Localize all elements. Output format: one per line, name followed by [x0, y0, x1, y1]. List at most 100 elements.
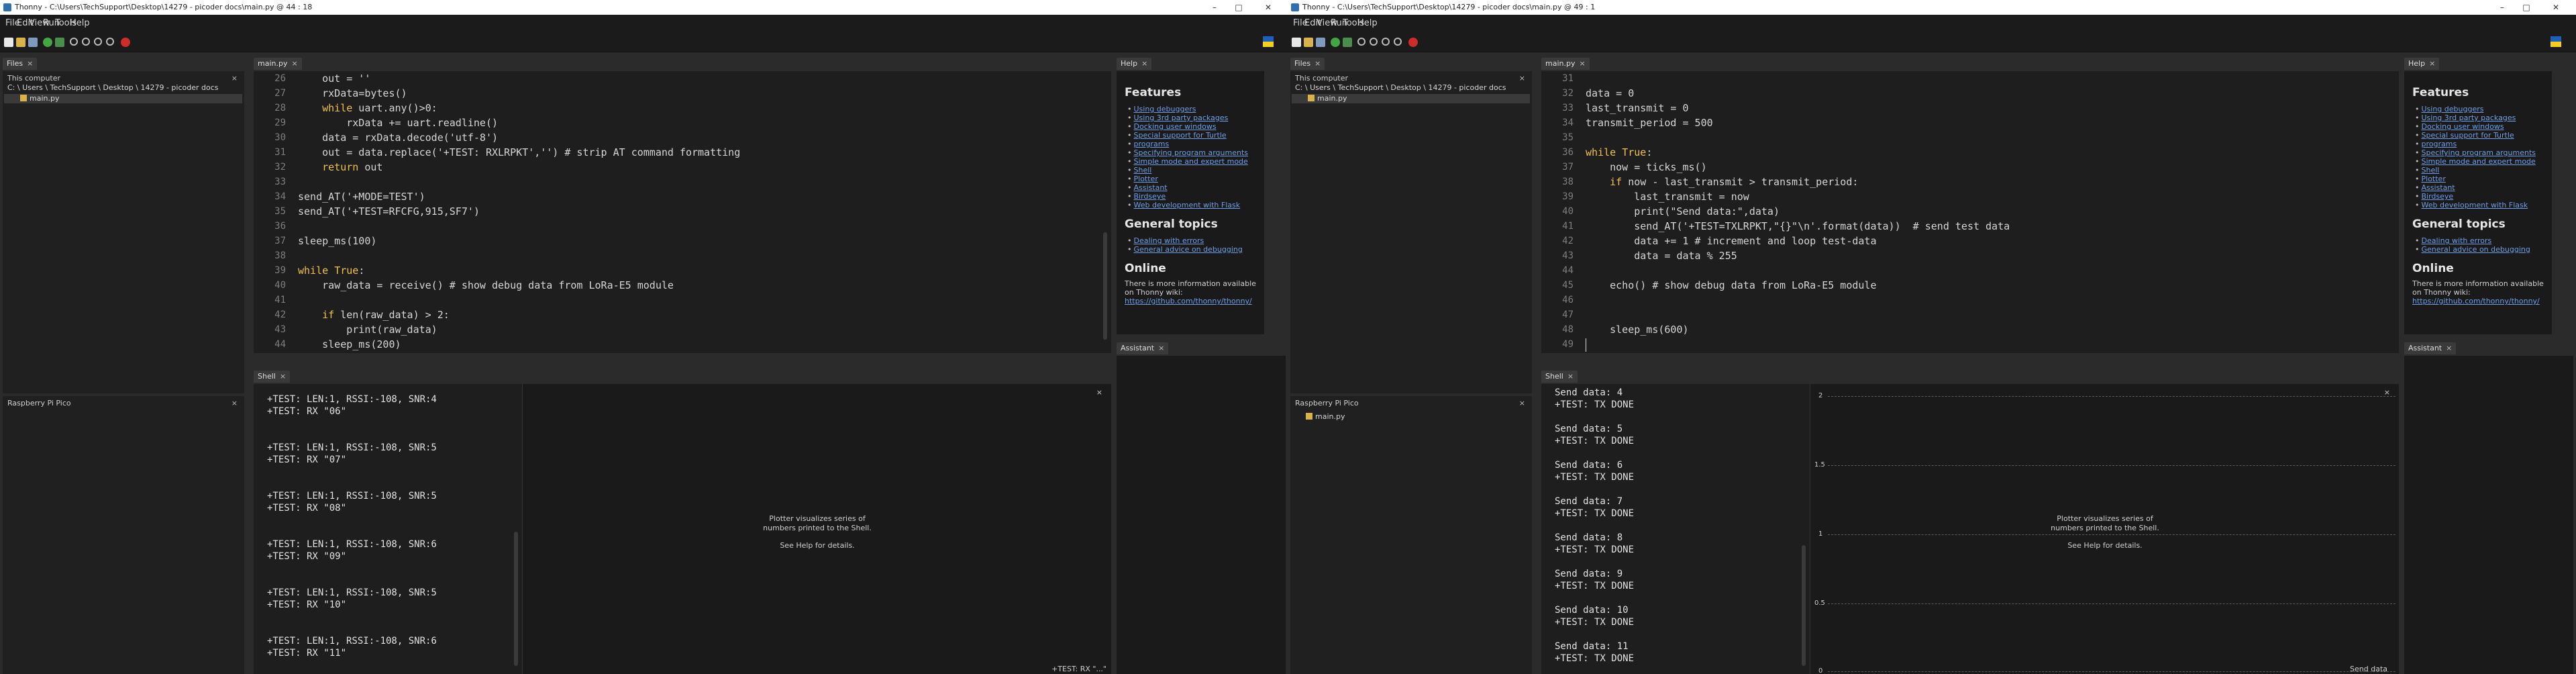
shell-scrollbar[interactable] — [514, 532, 518, 666]
help-link[interactable]: Birdseye — [2415, 192, 2454, 201]
help-link[interactable]: Plotter — [1127, 175, 1158, 183]
help-link[interactable]: Special support for Turtle — [1127, 131, 1227, 140]
close-tab-icon[interactable]: × — [1579, 59, 1585, 68]
save-file-icon[interactable] — [28, 38, 38, 47]
close-tab-icon[interactable]: × — [1567, 372, 1574, 381]
step-over-icon[interactable] — [1357, 38, 1366, 46]
help-link[interactable]: Using 3rd party packages — [1127, 113, 1229, 122]
step-out-icon[interactable] — [94, 38, 102, 46]
run-icon[interactable] — [43, 38, 52, 47]
debug-icon[interactable] — [55, 38, 64, 47]
help-link[interactable]: programs — [1127, 140, 1170, 148]
help-link[interactable]: Web development with Flask — [2415, 201, 2528, 209]
debug-icon[interactable] — [1343, 38, 1352, 47]
save-file-icon[interactable] — [1316, 38, 1325, 47]
help-link[interactable]: Dealing with errors — [2415, 236, 2492, 245]
step-into-icon[interactable] — [1370, 38, 1378, 46]
run-icon[interactable] — [1331, 38, 1340, 47]
minimize-icon[interactable]: – — [1202, 0, 1227, 15]
help-link[interactable]: Birdseye — [1127, 192, 1166, 201]
help-link[interactable]: Dealing with errors — [1127, 236, 1204, 245]
help-wiki-link[interactable]: https://github.com/thonny/thonny/ — [1125, 297, 1252, 305]
close-tab-icon[interactable]: × — [27, 59, 33, 68]
shell-line: +TEST: LEN:1, RSSI:-108, SNR:5 — [267, 587, 437, 598]
help-link[interactable]: Docking user windows — [1127, 122, 1217, 131]
open-file-icon[interactable] — [1304, 38, 1313, 47]
help-link[interactable]: Using 3rd party packages — [2415, 113, 2516, 122]
file-main-py[interactable]: main.py — [4, 94, 242, 103]
tab-main-py[interactable]: main.py × — [1541, 58, 1590, 70]
pane-close-icon[interactable]: × — [1519, 399, 1525, 408]
stop-icon[interactable] — [1408, 38, 1418, 47]
minimize-icon[interactable]: – — [2490, 0, 2514, 15]
shell-line: +TEST: TX DONE — [1555, 399, 1635, 410]
help-link[interactable]: Plotter — [2415, 175, 2446, 183]
tab-main-py[interactable]: main.py × — [254, 58, 302, 70]
close-tab-icon[interactable]: × — [1315, 59, 1321, 68]
pico-file-main-py[interactable]: main.py — [1295, 412, 1345, 422]
help-link[interactable]: Special support for Turtle — [2415, 131, 2514, 140]
shell-output[interactable]: Send data: 4 +TEST: TX DONE Send data: 5 +T… — [1541, 384, 1810, 674]
help-link[interactable]: Simple mode and expert mode — [2415, 157, 2536, 166]
stop-icon[interactable] — [121, 38, 130, 47]
file-main-py[interactable]: main.py — [1292, 94, 1530, 103]
step-into-icon[interactable] — [82, 38, 90, 46]
close-tab-icon[interactable]: × — [2429, 59, 2435, 68]
help-link[interactable]: Specifying program arguments — [2415, 148, 2536, 157]
help-wiki-link[interactable]: https://github.com/thonny/thonny/ — [2412, 297, 2540, 305]
current-path[interactable]: C: \ Users \ TechSupport \ Desktop \ 142… — [7, 83, 219, 93]
help-link[interactable]: General advice on debugging — [2415, 245, 2530, 254]
tab-help[interactable]: Help × — [2404, 58, 2440, 70]
tab-assistant[interactable]: Assistant × — [2404, 342, 2457, 354]
help-link[interactable]: Assistant — [1127, 183, 1168, 192]
help-link[interactable]: General advice on debugging — [1127, 245, 1243, 254]
help-link[interactable]: Shell — [1127, 166, 1152, 175]
code-line: rxData += uart.readline() — [298, 117, 499, 129]
tab-shell[interactable]: Shell × — [1541, 371, 1578, 383]
close-tab-icon[interactable]: × — [1141, 59, 1147, 68]
help-link[interactable]: Assistant — [2415, 183, 2455, 192]
help-link[interactable]: Using debuggers — [1127, 105, 1196, 113]
step-over-icon[interactable] — [70, 38, 78, 46]
tab-assistant[interactable]: Assistant × — [1117, 342, 1169, 354]
pane-close-icon[interactable]: × — [1519, 74, 1525, 83]
tab-shell[interactable]: Shell × — [254, 371, 291, 383]
close-icon[interactable]: ✕ — [1256, 0, 1280, 15]
maximize-icon[interactable]: □ — [2514, 0, 2538, 15]
shell-output[interactable]: +TEST: LEN:1, RSSI:-108, SNR:4 +TEST: RX … — [254, 384, 522, 674]
step-out-icon[interactable] — [1382, 38, 1390, 46]
menu-help[interactable]: Help — [70, 15, 90, 32]
shell-scrollbar[interactable] — [1802, 545, 1806, 666]
tab-files[interactable]: Files × — [3, 58, 38, 70]
shell-line: +TEST: LEN:1, RSSI:-108, SNR:5 — [267, 491, 437, 501]
open-file-icon[interactable] — [16, 38, 25, 47]
editor-scrollbar[interactable] — [1103, 232, 1107, 340]
help-link[interactable]: Docking user windows — [2415, 122, 2504, 131]
help-link[interactable]: Shell — [2415, 166, 2440, 175]
help-link[interactable]: Using debuggers — [2415, 105, 2484, 113]
help-link[interactable]: programs — [2415, 140, 2457, 148]
help-link[interactable]: Web development with Flask — [1127, 201, 1241, 209]
code-editor[interactable]: 26 27 28 29 30 31 32 33 34 35 36 37 38 39 40 41 42 43 44 o… — [254, 71, 1111, 353]
tab-help[interactable]: Help × — [1117, 58, 1152, 70]
new-file-icon[interactable] — [4, 38, 13, 47]
close-tab-icon[interactable]: × — [1158, 344, 1164, 352]
help-link[interactable]: Simple mode and expert mode — [1127, 157, 1248, 166]
window-title: Thonny - C:\Users\TechSupport\Desktop\14… — [1302, 3, 1596, 11]
pane-close-icon[interactable]: × — [231, 74, 238, 83]
code-editor[interactable]: 31 32 33 34 35 36 37 38 39 40 41 42 43 44 45 46 47 48 49 da… — [1541, 71, 2399, 353]
close-tab-icon[interactable]: × — [280, 372, 286, 381]
close-icon[interactable]: ✕ — [2544, 0, 2568, 15]
pane-close-icon[interactable]: × — [231, 399, 238, 408]
close-tab-icon[interactable]: × — [291, 59, 297, 68]
new-file-icon[interactable] — [1292, 38, 1301, 47]
help-link[interactable]: Specifying program arguments — [1127, 148, 1249, 157]
menu-help[interactable]: Help — [1357, 15, 1378, 32]
maximize-icon[interactable]: □ — [1227, 0, 1251, 15]
resume-icon[interactable] — [1394, 38, 1402, 46]
current-path[interactable]: C: \ Users \ TechSupport \ Desktop \ 142… — [1295, 83, 1506, 93]
close-tab-icon[interactable]: × — [2446, 344, 2452, 352]
plotter-close-icon[interactable]: × — [1092, 388, 1107, 397]
resume-icon[interactable] — [106, 38, 114, 46]
tab-files[interactable]: Files × — [1290, 58, 1325, 70]
